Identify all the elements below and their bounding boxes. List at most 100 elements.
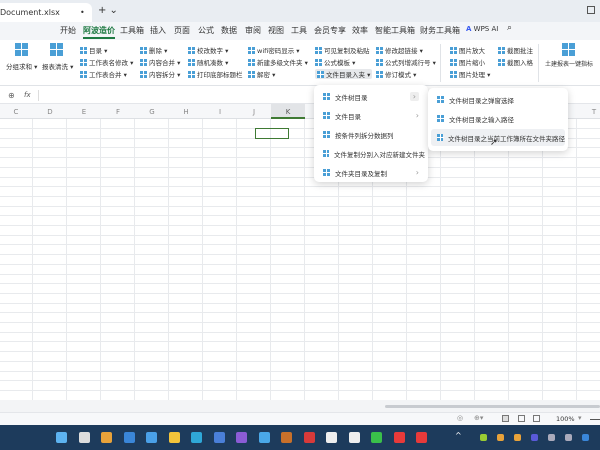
menu-9[interactable]: 工具 bbox=[291, 25, 307, 36]
column-header-H[interactable]: H bbox=[169, 104, 203, 119]
ribbon-item[interactable]: 截图入格 bbox=[498, 57, 533, 67]
ribbon-item[interactable]: 内容拆分 ▾ bbox=[140, 69, 180, 79]
menu-4[interactable]: 页面 bbox=[174, 25, 190, 36]
ribbon-item[interactable]: 随机凑数 ▾ bbox=[188, 57, 228, 67]
app-icon[interactable] bbox=[258, 432, 270, 443]
column-header-I[interactable]: I bbox=[203, 104, 237, 119]
ribbon-item[interactable]: 图片缩小 bbox=[450, 57, 485, 67]
search-icon[interactable] bbox=[78, 432, 90, 443]
menu-6[interactable]: 数据 bbox=[221, 25, 237, 36]
selected-cell[interactable] bbox=[255, 128, 289, 139]
start-icon[interactable] bbox=[56, 432, 67, 443]
menu-5[interactable]: 公式 bbox=[198, 25, 214, 36]
fx-icon[interactable]: fx bbox=[24, 91, 31, 99]
store-icon[interactable] bbox=[123, 432, 135, 443]
column-header-C[interactable]: C bbox=[0, 104, 33, 119]
wechat-icon[interactable] bbox=[371, 432, 382, 443]
reader-icon[interactable] bbox=[281, 432, 292, 443]
terminal-icon[interactable] bbox=[326, 432, 337, 443]
menu-1[interactable]: 阿波造价 bbox=[83, 25, 115, 39]
edge-icon[interactable] bbox=[191, 432, 202, 443]
ribbon-item[interactable]: 文件目录入夹 ▾ bbox=[315, 69, 373, 79]
dropdown-item[interactable]: 按条件列拆分数据列 bbox=[317, 126, 425, 143]
column-header-G[interactable]: G bbox=[135, 104, 169, 119]
menu-3[interactable]: 插入 bbox=[150, 25, 166, 36]
ribbon-item[interactable]: 修改超链接 ▾ bbox=[376, 45, 423, 55]
ribbon-item[interactable]: 内容合并 ▾ bbox=[140, 57, 180, 67]
notepad-icon[interactable] bbox=[146, 432, 157, 443]
page-layout-icon[interactable] bbox=[518, 415, 525, 422]
ribbon-item[interactable]: 打印底部标题栏 bbox=[188, 69, 243, 79]
submenu-item[interactable]: 文件树目录之弹窗选择 bbox=[431, 91, 565, 108]
dropdown-item[interactable]: 文件树目录 › bbox=[317, 88, 425, 105]
document-tab[interactable]: Document.xlsx • bbox=[0, 3, 92, 22]
wps-icon[interactable] bbox=[393, 432, 405, 443]
dropdown-item[interactable]: 文件复制分别入对应新建文件夹 bbox=[317, 145, 425, 162]
ribbon-item[interactable]: 解密 ▾ bbox=[248, 69, 275, 79]
tray-input-icon[interactable] bbox=[565, 434, 572, 441]
column-header-T[interactable]: T bbox=[577, 104, 600, 119]
menu-8[interactable]: 视图 bbox=[268, 25, 284, 36]
column-header-F[interactable]: F bbox=[101, 104, 135, 119]
menu-12[interactable]: 智能工具箱 bbox=[375, 25, 415, 36]
civil-report-button[interactable]: 土建报表一键指标 bbox=[545, 59, 593, 68]
dropdown-item[interactable]: 文件目录 › bbox=[317, 107, 425, 124]
page-break-icon[interactable] bbox=[533, 415, 540, 422]
column-header-K[interactable]: K bbox=[271, 104, 305, 119]
menu-13[interactable]: 财务工具箱 bbox=[420, 25, 460, 36]
column-header-J[interactable]: J bbox=[237, 104, 271, 119]
ribbon-item[interactable]: 校改数字 ▾ bbox=[188, 45, 228, 55]
qq-icon[interactable] bbox=[348, 432, 360, 443]
zoom-out-icon[interactable] bbox=[590, 419, 600, 420]
tray-app2-icon[interactable] bbox=[531, 434, 538, 441]
recorder-icon[interactable] bbox=[416, 432, 427, 443]
tray-user-icon[interactable] bbox=[514, 434, 521, 441]
ribbon-item[interactable]: 图片处理 ▾ bbox=[450, 69, 490, 79]
menu-0[interactable]: 开始 bbox=[60, 25, 76, 36]
zoom-lookup-icon[interactable]: ⊕ bbox=[8, 91, 15, 100]
zoom-level[interactable]: 100% bbox=[556, 415, 575, 423]
tray-app-icon[interactable] bbox=[480, 434, 487, 441]
copilot-icon[interactable] bbox=[101, 432, 112, 443]
submenu-item[interactable]: 文件树目录之当前工作簿所在文件夹路径 bbox=[431, 129, 565, 146]
group-sum-button[interactable]: 分组求和 ▾ bbox=[6, 61, 37, 71]
tray-baidu-icon[interactable] bbox=[582, 434, 589, 441]
ribbon-item[interactable]: 公式模板 ▾ bbox=[315, 57, 355, 67]
menu-2[interactable]: 工具箱 bbox=[120, 25, 144, 36]
menu-10[interactable]: 会员专享 bbox=[314, 25, 346, 36]
ribbon-item[interactable]: wifi密码显示 ▾ bbox=[248, 45, 300, 55]
dropdown-item[interactable]: 文件夹目录及复制 › bbox=[317, 164, 425, 181]
ribbon-item[interactable]: 公式列增减行号 ▾ bbox=[376, 57, 436, 67]
search-icon[interactable]: ⌕ bbox=[507, 23, 512, 33]
view-mode-icon[interactable]: ⊕▾ bbox=[474, 414, 483, 422]
eye-protect-icon[interactable]: ◎ bbox=[457, 414, 463, 422]
file-explorer-icon[interactable] bbox=[168, 432, 180, 443]
column-header-D[interactable]: D bbox=[33, 104, 67, 119]
wps-ai-button[interactable]: A WPS AI bbox=[466, 25, 498, 33]
ribbon-item[interactable]: 可见复制及粘贴 bbox=[315, 45, 370, 55]
report-clean-button[interactable]: 报表清洗 ▾ bbox=[42, 61, 73, 71]
zoom-dropdown-icon[interactable]: ▾ bbox=[578, 414, 582, 422]
menu-7[interactable]: 审阅 bbox=[245, 25, 261, 36]
menu-11[interactable]: 效率 bbox=[352, 25, 368, 36]
visual-studio-icon[interactable] bbox=[236, 432, 247, 443]
ribbon-item[interactable]: 图片放大 bbox=[450, 45, 485, 55]
horizontal-scrollbar[interactable] bbox=[385, 405, 600, 408]
submenu-item[interactable]: 文件树目录之输入路径 bbox=[431, 110, 565, 127]
new-tab-button[interactable]: + ⌄ bbox=[98, 5, 118, 16]
microphone-icon[interactable] bbox=[548, 434, 555, 441]
pdf-icon[interactable] bbox=[303, 432, 315, 443]
layout-icon[interactable] bbox=[587, 6, 595, 14]
tray-chevron-icon[interactable]: ^ bbox=[455, 431, 462, 440]
ribbon-item[interactable]: 工作表名修改 ▾ bbox=[80, 57, 133, 67]
tray-key-icon[interactable] bbox=[497, 434, 504, 441]
ribbon-item[interactable]: 新建多级文件夹 ▾ bbox=[248, 57, 308, 67]
normal-view-icon[interactable] bbox=[502, 415, 509, 422]
ribbon-item[interactable]: 修订模式 ▾ bbox=[376, 69, 416, 79]
tool-icon[interactable] bbox=[213, 432, 225, 443]
ribbon-item[interactable]: 删除 ▾ bbox=[140, 45, 167, 55]
ribbon-item[interactable]: 目录 ▾ bbox=[80, 45, 107, 55]
ribbon-item[interactable]: 截图批注 bbox=[498, 45, 533, 55]
ribbon-item[interactable]: 工作表合并 ▾ bbox=[80, 69, 127, 79]
column-header-E[interactable]: E bbox=[67, 104, 101, 119]
